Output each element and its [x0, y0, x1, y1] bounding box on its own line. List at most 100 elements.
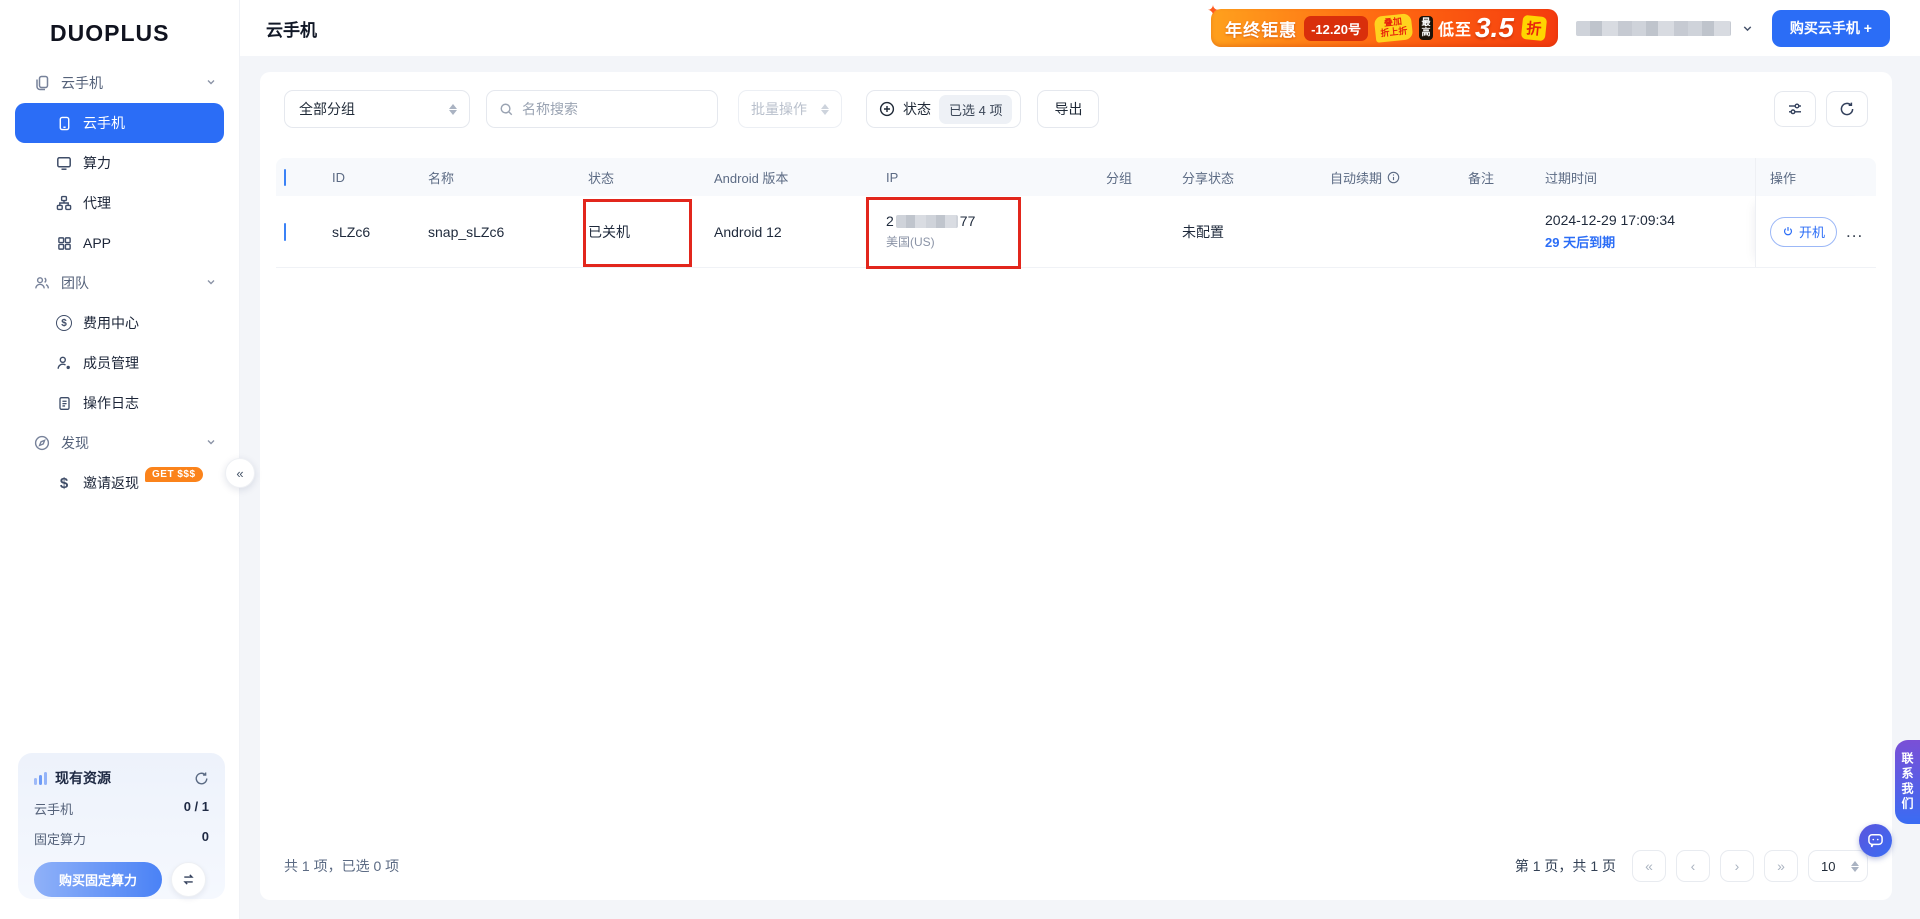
swap-icon-button[interactable] [171, 862, 206, 897]
select-caret-icon [1851, 861, 1859, 872]
ip-masked [896, 215, 958, 228]
col-remark: 备注 [1460, 168, 1537, 187]
refresh-button[interactable] [1826, 91, 1868, 127]
status-filter-chip[interactable]: 状态 已选 4 项 [866, 90, 1021, 128]
info-icon[interactable] [1387, 171, 1400, 184]
sidebar-group-cloud-phone[interactable]: 云手机 [0, 63, 239, 103]
page-title: 云手机 [266, 16, 317, 41]
promo-banner[interactable]: ✦ 年终钜惠 -12.20号 叠加折上折 最高 低至 3.5 折 [1211, 9, 1558, 47]
search-input[interactable] [522, 101, 705, 117]
first-page-button[interactable]: « [1632, 850, 1666, 882]
cell-android: Android 12 [706, 224, 878, 240]
sidebar-item-logs[interactable]: 操作日志 [15, 383, 224, 423]
toolbar: 全部分组 批量操作 状态 已选 4 项 导出 [260, 72, 1892, 158]
col-share: 分享状态 [1174, 168, 1322, 187]
chevron-down-icon [205, 435, 217, 451]
cell-share: 未配置 [1174, 222, 1322, 242]
sidebar-collapse-button[interactable]: « [225, 458, 255, 488]
chevron-down-icon [205, 275, 217, 291]
status-selected-badge: 已选 4 项 [939, 95, 1012, 124]
refresh-icon[interactable] [194, 771, 209, 786]
resource-row-fixed-compute: 固定算力0 [34, 829, 209, 848]
bar-chart-icon [34, 772, 47, 785]
search-box [486, 90, 718, 128]
col-android: Android 版本 [706, 168, 878, 187]
batch-actions-select[interactable]: 批量操作 [738, 90, 842, 128]
table-footer: 共 1 项，已选 0 项 第 1 页，共 1 页 « ‹ › » 10 [260, 836, 1892, 900]
buy-fixed-compute-button[interactable]: 购买固定算力 [34, 862, 162, 897]
expire-hint: 29 天后到期 [1545, 232, 1755, 251]
sidebar-group-label: 云手机 [61, 73, 103, 93]
sidebar-group-team[interactable]: 团队 [0, 263, 239, 303]
col-ip: IP [878, 170, 1098, 185]
resource-panel: 现有资源 云手机0 / 1 固定算力0 购买固定算力 [18, 753, 225, 899]
referral-badge: GET $$$ [145, 467, 203, 482]
sidebar-item-referral[interactable]: $ 邀请返现 GET $$$ [15, 463, 224, 503]
power-icon [1782, 226, 1794, 238]
resource-row-cloud-phone: 云手机0 / 1 [34, 799, 209, 818]
prev-page-button[interactable]: ‹ [1676, 850, 1710, 882]
select-caret-icon [449, 104, 457, 115]
contact-us-tab[interactable]: 联系我们 [1895, 740, 1920, 824]
selection-summary: 共 1 项，已选 0 项 [284, 856, 399, 876]
sidebar: DUOPLUS 云手机 云手机 算力 [0, 0, 240, 919]
chat-bubble-icon [1867, 832, 1884, 849]
page-info: 第 1 页，共 1 页 [1515, 856, 1616, 876]
chevron-down-icon [1741, 22, 1754, 35]
column-settings-button[interactable] [1774, 91, 1816, 127]
table-row: sLZc6 snap_sLZc6 已关机 Android 12 277 美国(U… [276, 196, 1876, 268]
account-name-masked [1576, 21, 1731, 36]
select-all-checkbox[interactable] [284, 169, 286, 186]
promo-date-badge: -12.20号 [1304, 16, 1368, 41]
col-group: 分组 [1098, 168, 1174, 187]
dollar-circle-icon: $ [56, 315, 72, 331]
sidebar-item-app[interactable]: APP [15, 223, 224, 263]
phone-icon [56, 115, 72, 131]
cell-ip: 277 美国(US) [878, 213, 1098, 250]
app-root: DUOPLUS 云手机 云手机 算力 [0, 0, 1920, 919]
dollar-icon: $ [56, 475, 72, 491]
top-header: 云手机 ✦ 年终钜惠 -12.20号 叠加折上折 最高 低至 3.5 折 购买云… [240, 0, 1920, 56]
cell-expire: 2024-12-29 17:09:34 29 天后到期 [1537, 212, 1755, 251]
promo-max-badge: 最高 [1419, 16, 1433, 40]
main-area: 云手机 ✦ 年终钜惠 -12.20号 叠加折上折 最高 低至 3.5 折 购买云… [240, 0, 1920, 919]
col-name: 名称 [420, 168, 580, 187]
group-filter-select[interactable]: 全部分组 [284, 90, 470, 128]
promo-discount-badge: 折 [1521, 15, 1547, 41]
col-actions: 操作 [1755, 158, 1876, 196]
power-on-button[interactable]: 开机 [1770, 217, 1837, 247]
export-button[interactable]: 导出 [1037, 90, 1099, 128]
member-icon [56, 355, 72, 371]
chevron-down-icon [205, 75, 217, 91]
next-page-button[interactable]: › [1720, 850, 1754, 882]
phone-stack-icon [34, 75, 50, 91]
team-icon [34, 275, 50, 291]
content-card: 全部分组 批量操作 状态 已选 4 项 导出 [260, 72, 1892, 900]
more-actions-button[interactable]: ... [1846, 223, 1863, 240]
col-renew: 自动续期 [1322, 168, 1460, 187]
cell-status: 已关机 [580, 222, 706, 242]
last-page-button[interactable]: » [1764, 850, 1798, 882]
page-size-select[interactable]: 10 [1808, 850, 1868, 882]
buy-cloud-phone-button[interactable]: 购买云手机 + [1772, 10, 1890, 47]
sidebar-item-members[interactable]: 成员管理 [15, 343, 224, 383]
row-checkbox[interactable] [284, 223, 286, 241]
monitor-icon [56, 155, 72, 171]
account-menu[interactable] [1576, 21, 1754, 36]
col-status: 状态 [580, 168, 706, 187]
compass-icon [34, 435, 50, 451]
sidebar-item-billing[interactable]: $ 费用中心 [15, 303, 224, 343]
chat-bubble-button[interactable] [1859, 824, 1892, 857]
sidebar-item-proxy[interactable]: 代理 [15, 183, 224, 223]
sliders-icon [1787, 101, 1803, 117]
search-icon [499, 102, 514, 117]
sidebar-item-computing[interactable]: 算力 [15, 143, 224, 183]
sidebar-group-discover[interactable]: 发现 [0, 423, 239, 463]
refresh-icon [1839, 101, 1855, 117]
document-icon [56, 395, 72, 411]
col-expire: 过期时间 [1537, 168, 1755, 187]
sidebar-item-cloud-phone[interactable]: 云手机 [15, 103, 224, 143]
col-id: ID [324, 170, 420, 185]
pagination: 第 1 页，共 1 页 « ‹ › » 10 [1515, 850, 1868, 882]
table-header-row: ID 名称 状态 Android 版本 IP 分组 分享状态 自动续期 备注 过… [276, 158, 1876, 196]
